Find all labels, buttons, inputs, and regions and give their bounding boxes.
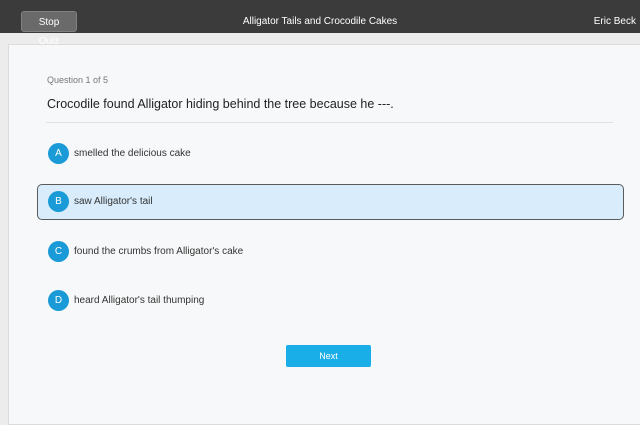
answer-option-d[interactable]: D heard Alligator's tail thumping — [37, 283, 624, 319]
option-letter-badge: C — [48, 241, 69, 262]
question-counter: Question 1 of 5 — [47, 75, 109, 85]
question-text: Crocodile found Alligator hiding behind … — [47, 97, 394, 111]
option-letter-badge: A — [48, 143, 69, 164]
top-bar: Stop Quiz Alligator Tails and Crocodile … — [0, 0, 640, 47]
next-button[interactable]: Next — [286, 345, 371, 367]
option-letter-badge: D — [48, 290, 69, 311]
answer-option-b[interactable]: B saw Alligator's tail — [37, 184, 624, 220]
user-name[interactable]: Eric Beck — [594, 11, 636, 32]
quiz-title: Alligator Tails and Crocodile Cakes — [242, 16, 398, 27]
option-letter-badge: B — [48, 191, 69, 212]
option-text: saw Alligator's tail — [74, 196, 153, 207]
answer-option-a[interactable]: A smelled the delicious cake — [37, 136, 624, 172]
option-text: found the crumbs from Alligator's cake — [74, 246, 244, 257]
question-divider — [46, 122, 613, 123]
option-text: heard Alligator's tail thumping — [74, 295, 205, 306]
question-card: Question 1 of 5 Crocodile found Alligato… — [8, 44, 640, 425]
answer-option-c[interactable]: C found the crumbs from Alligator's cake — [37, 234, 624, 270]
option-text: smelled the delicious cake — [74, 148, 191, 159]
